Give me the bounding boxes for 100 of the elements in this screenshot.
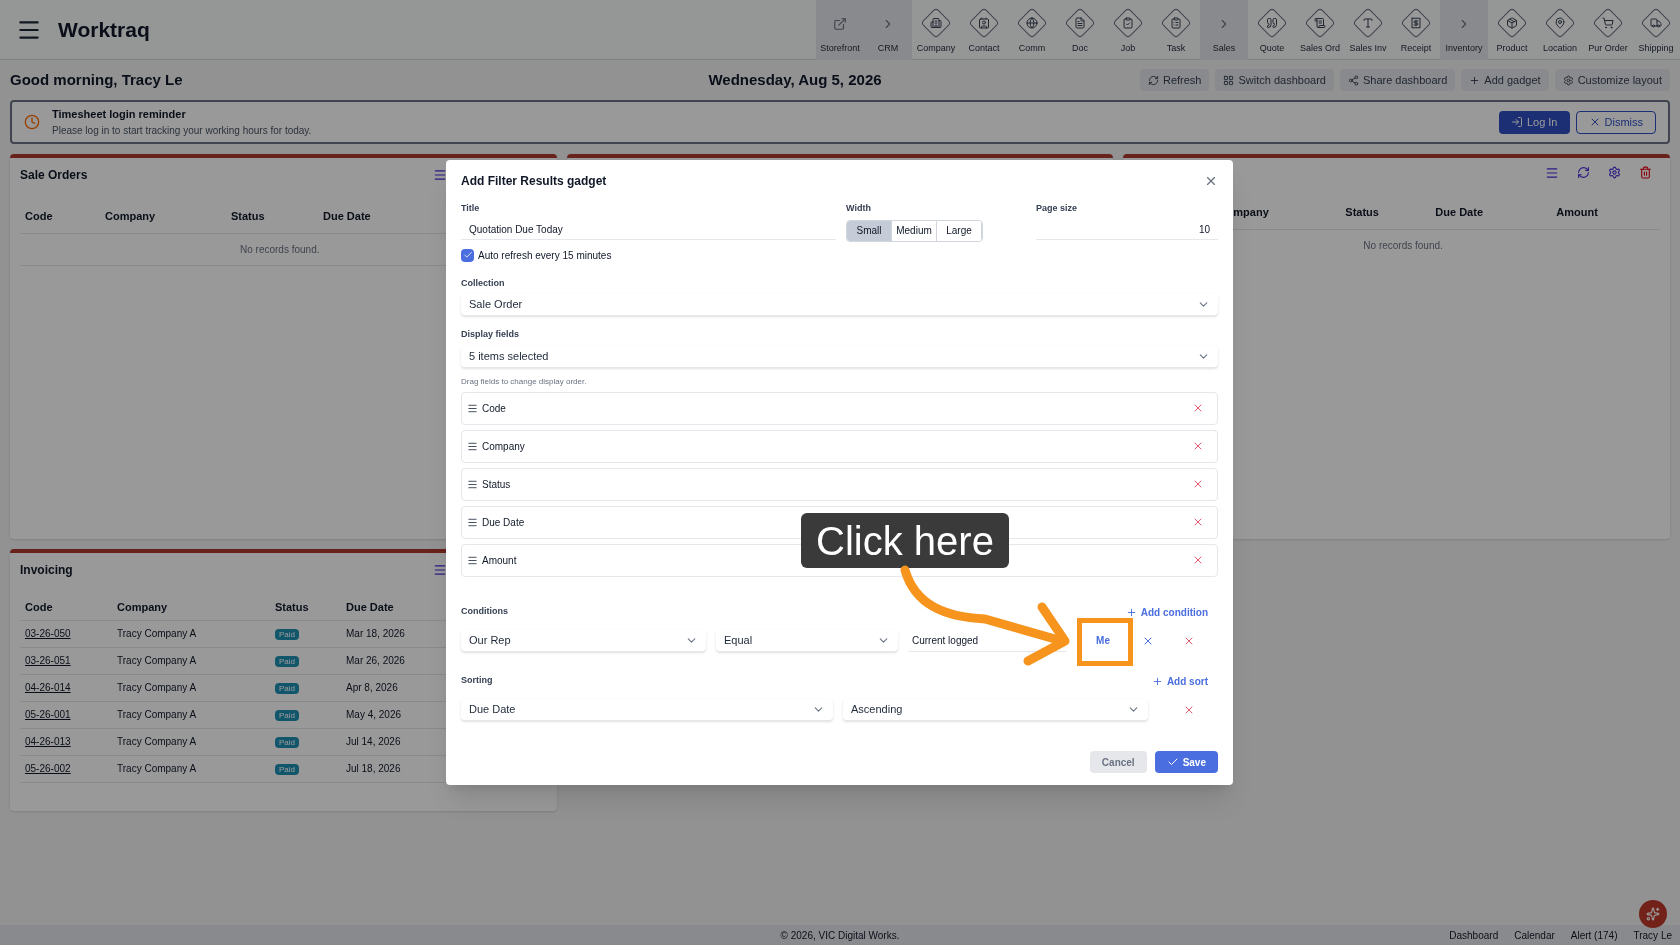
current-date: Wednesday, Aug 5, 2026 bbox=[708, 69, 882, 90]
column-header: Company bbox=[105, 209, 156, 224]
invoice-link[interactable]: 04-26-013 bbox=[25, 734, 71, 749]
field-label: Title bbox=[461, 202, 481, 215]
nav-item[interactable]: Quote bbox=[1248, 0, 1296, 60]
login-button[interactable]: Log In bbox=[1498, 110, 1570, 134]
condition-field-select[interactable]: Our Rep bbox=[461, 629, 706, 652]
table-cell-text: Mar 18, 2026 bbox=[346, 627, 405, 641]
table-cell-text: Tracy Company A bbox=[117, 708, 197, 722]
nav-item[interactable]: Shipping bbox=[1632, 0, 1680, 60]
field-name: Code bbox=[482, 401, 506, 416]
save-button[interactable]: Save bbox=[1154, 751, 1218, 773]
footer-link[interactable]: Tracy Le bbox=[1633, 927, 1672, 943]
nav-item[interactable]: Inventory bbox=[1440, 0, 1488, 60]
nav-item[interactable]: Product bbox=[1488, 0, 1536, 60]
add-condition-link[interactable]: Add condition bbox=[1125, 604, 1208, 620]
nav-item[interactable]: Receipt bbox=[1392, 0, 1440, 60]
toolbar-button[interactable]: Customize layout bbox=[1554, 69, 1670, 91]
invoice-link[interactable]: 04-26-014 bbox=[25, 680, 71, 695]
invoice-link[interactable]: 03-26-051 bbox=[25, 653, 71, 668]
field-name: Status bbox=[482, 477, 511, 492]
table-cell-text: Apr 8, 2026 bbox=[346, 681, 398, 695]
table-cell-text: Jul 14, 2026 bbox=[346, 735, 401, 749]
nav-item[interactable]: Company bbox=[912, 0, 960, 60]
status-badge: Paid bbox=[275, 683, 299, 694]
invoice-link[interactable]: 03-26-050 bbox=[25, 626, 71, 641]
nav-item[interactable]: Sales bbox=[1200, 0, 1248, 60]
operator-select[interactable]: Equal bbox=[716, 629, 898, 652]
reminder-title: Timesheet login reminder bbox=[52, 107, 187, 123]
field-label: Width bbox=[846, 202, 872, 215]
nav-item[interactable]: Contact bbox=[960, 0, 1008, 60]
cancel-button[interactable]: Cancel bbox=[1089, 751, 1147, 773]
status-badge: Paid bbox=[275, 737, 299, 748]
footer-link[interactable]: Dashboard bbox=[1449, 927, 1499, 943]
status-badge: Paid bbox=[275, 656, 299, 667]
column-header: Due Date bbox=[323, 209, 371, 224]
footer-link[interactable]: Calendar bbox=[1514, 927, 1555, 943]
field-label: Page size bbox=[1036, 202, 1079, 215]
width-option[interactable]: Small bbox=[847, 220, 892, 241]
table-cell-text: Mar 26, 2026 bbox=[346, 654, 405, 668]
toolbar-button[interactable]: Switch dashboard bbox=[1215, 69, 1334, 91]
nav-item[interactable]: Job bbox=[1104, 0, 1152, 60]
status-badge: Paid bbox=[275, 710, 299, 721]
sort-field-select[interactable]: Due Date bbox=[461, 698, 833, 721]
field-label: Sorting bbox=[461, 674, 493, 688]
display-fields-select[interactable]: 5 items selected bbox=[461, 345, 1218, 368]
column-header: Code bbox=[25, 600, 53, 615]
column-header: mpany bbox=[1233, 205, 1270, 220]
column-header: Due Date bbox=[346, 600, 394, 615]
copyright: © 2026, VIC Digital Works. bbox=[780, 928, 900, 943]
footer-link[interactable]: Alert (174) bbox=[1570, 927, 1618, 943]
invoice-link[interactable]: 05-26-002 bbox=[25, 761, 71, 776]
nav-item[interactable]: Doc bbox=[1056, 0, 1104, 60]
toolbar-button[interactable]: Share dashboard bbox=[1339, 69, 1456, 91]
empty-message: No records found. bbox=[240, 243, 320, 255]
invoice-link[interactable]: 05-26-001 bbox=[25, 707, 71, 722]
nav-item[interactable]: Location bbox=[1536, 0, 1584, 60]
status-badge: Paid bbox=[275, 764, 299, 775]
column-header: Code bbox=[25, 209, 53, 224]
toolbar-button[interactable]: Refresh bbox=[1139, 69, 1210, 91]
field-row[interactable]: Code bbox=[461, 391, 1218, 425]
nav-item[interactable]: Sales Inv bbox=[1344, 0, 1392, 60]
hint-text: Drag fields to change display order. bbox=[461, 375, 588, 388]
condition-value-field[interactable]: Current logged bbox=[908, 629, 1066, 652]
column-header: Amount bbox=[1556, 205, 1599, 220]
sort-order-select[interactable]: Ascending bbox=[843, 698, 1148, 721]
column-header: Due Date bbox=[1435, 205, 1484, 220]
dismiss-button[interactable]: Dismiss bbox=[1575, 110, 1656, 134]
field-row[interactable]: Company bbox=[461, 429, 1218, 463]
table-cell-text: Jul 18, 2026 bbox=[346, 762, 401, 776]
table-cell-text: Tracy Company A bbox=[117, 627, 197, 641]
table-cell-text: May 4, 2026 bbox=[346, 708, 402, 722]
toolbar-button[interactable]: Add gadget bbox=[1461, 69, 1549, 91]
table-cell-text: Tracy Company A bbox=[117, 681, 197, 695]
nav-item[interactable]: Storefront bbox=[816, 0, 864, 60]
nav-item[interactable]: CRM bbox=[864, 0, 912, 60]
field-name: Due Date bbox=[482, 515, 525, 530]
panel-title: Invoicing bbox=[20, 562, 73, 579]
greeting: Good morning, Tracy Le bbox=[10, 69, 184, 90]
collection-select[interactable]: Sale Order bbox=[461, 294, 1218, 316]
field-name: Company bbox=[482, 439, 525, 454]
nav-item[interactable]: Task bbox=[1152, 0, 1200, 60]
column-header: Company bbox=[117, 600, 168, 615]
reminder-text: Please log in to start tracking your working hours for today. bbox=[52, 123, 312, 138]
callout: Click here bbox=[801, 513, 1009, 568]
checkbox-label: Auto refresh every 15 minutes bbox=[478, 248, 612, 263]
nav-item[interactable]: Comm bbox=[1008, 0, 1056, 60]
field-label: Collection bbox=[461, 276, 506, 290]
column-header: Status bbox=[275, 600, 309, 615]
nav-item[interactable]: Sales Ord bbox=[1296, 0, 1344, 60]
nav-item[interactable]: Pur Order bbox=[1584, 0, 1632, 60]
add-sort-link[interactable]: Add sort bbox=[1151, 673, 1208, 689]
page-size-field[interactable]: 10 bbox=[1036, 219, 1218, 240]
field-row[interactable]: Status bbox=[461, 467, 1218, 501]
me-button[interactable]: Me bbox=[1088, 633, 1118, 648]
field-name: Amount bbox=[482, 553, 517, 568]
app-title: Worktraq bbox=[58, 16, 150, 43]
panel-title: Sale Orders bbox=[20, 167, 88, 184]
column-header: Status bbox=[1345, 205, 1380, 220]
title-field[interactable]: Quotation Due Today bbox=[461, 219, 836, 240]
